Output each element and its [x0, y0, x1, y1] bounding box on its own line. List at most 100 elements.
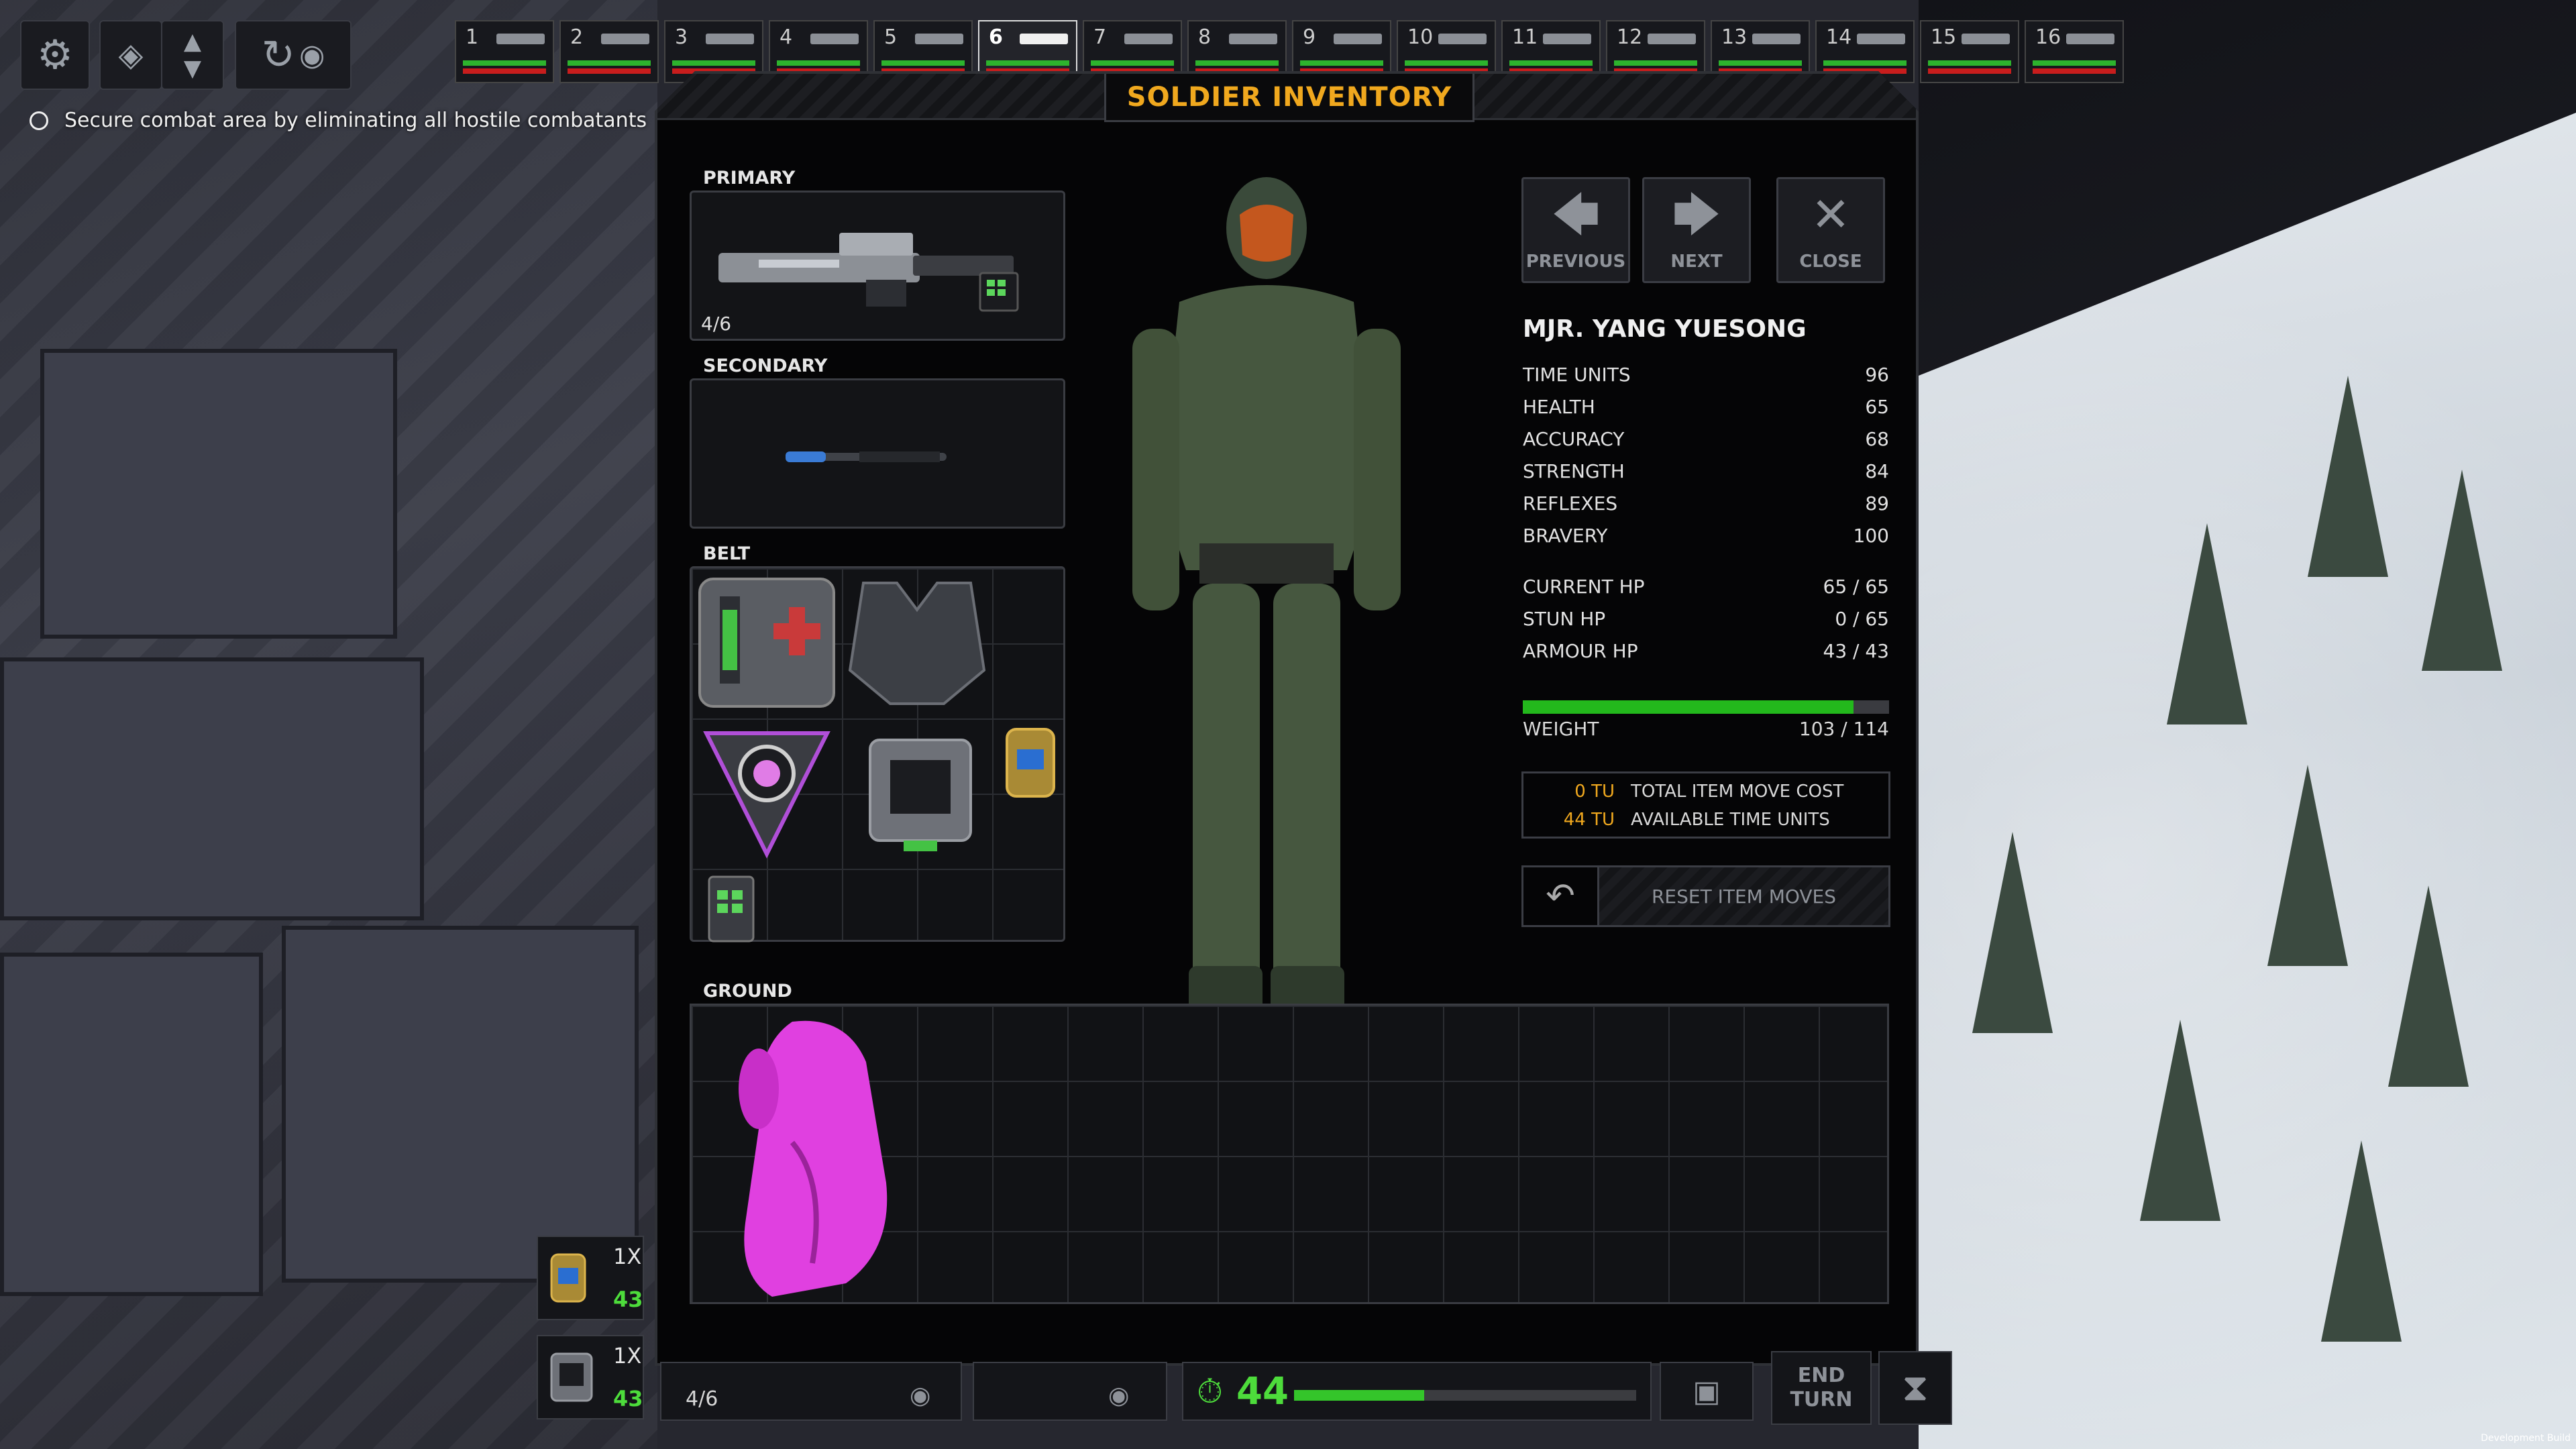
tree	[2422, 470, 2502, 671]
proximity-mine-icon[interactable]	[693, 720, 841, 867]
kneel-button[interactable]: ▣	[1660, 1362, 1754, 1421]
weapon-icon	[1124, 34, 1173, 44]
level-up-down[interactable]: ▲ ▼	[161, 20, 224, 90]
reset-item-moves-button[interactable]: ↶ RESET ITEM MOVES	[1521, 865, 1890, 927]
close-button[interactable]: ✕ CLOSE	[1776, 177, 1885, 283]
eye-icon[interactable]: ◉	[1108, 1382, 1129, 1409]
primary-slot[interactable]: 4/6	[690, 191, 1065, 341]
stat-value: 89	[1865, 492, 1889, 515]
squad-slot-number: 14	[1826, 25, 1852, 49]
secondary-label: SECONDARY	[703, 356, 828, 376]
weight-label: WEIGHT	[1523, 718, 1599, 740]
move-cost-value: 0 TU	[1574, 782, 1615, 802]
ground-label: GROUND	[703, 981, 792, 1002]
health-bar	[1823, 60, 1907, 66]
ground-grid[interactable]	[690, 1004, 1889, 1304]
squad-slot-1[interactable]: 1	[455, 20, 554, 83]
wait-button[interactable]: ⧗	[1878, 1351, 1952, 1425]
squad-slot-number: 1	[466, 25, 479, 49]
squad-slot-number: 16	[2035, 25, 2061, 49]
belt-label: BELT	[703, 543, 751, 564]
close-icon: ✕	[1811, 187, 1851, 242]
settings-button[interactable]: ⚙	[20, 20, 90, 90]
arrow-up-icon[interactable]: ▲	[184, 28, 201, 55]
stat-row: STRENGTH 84	[1523, 455, 1889, 487]
stat-label: BRAVERY	[1523, 524, 1608, 547]
primary-label: PRIMARY	[703, 168, 796, 189]
squad-slot-number: 2	[570, 25, 584, 49]
time-units-value: 44	[1236, 1369, 1289, 1413]
health-bar	[1928, 60, 2011, 66]
level-layers-button[interactable]: ◈	[99, 20, 162, 90]
stat-row: ACCURACY 68	[1523, 423, 1889, 455]
available-tu-value: 44 TU	[1563, 810, 1615, 830]
time-units-hud: ⏱ 44	[1182, 1362, 1652, 1421]
weight-value: 103 / 114	[1799, 718, 1889, 740]
item2-count: 43	[613, 1386, 643, 1411]
arrow-left-icon: 🡄	[1551, 187, 1601, 242]
arrow-down-icon[interactable]: ▼	[184, 55, 201, 82]
health-bar	[463, 60, 546, 66]
stat-value: 0 / 65	[1835, 607, 1889, 630]
move-cost-row: 0 TU TOTAL ITEM MOVE COST	[1523, 777, 1888, 806]
weapon-icon	[810, 34, 859, 44]
belt-grid[interactable]	[690, 566, 1065, 942]
stat-label: CURRENT HP	[1523, 575, 1645, 598]
soldier-stats: TIME UNITS 96 HEALTH 65 ACCURACY 68 STRENGTH 84…	[1523, 358, 1889, 551]
weapon-icon	[496, 34, 545, 44]
armor-vest-icon[interactable]	[843, 570, 991, 717]
weapon-icon	[1752, 34, 1801, 44]
room	[40, 349, 397, 639]
tree	[2267, 765, 2348, 966]
stat-value: 100	[1853, 524, 1889, 547]
ammo-clip-icon[interactable]	[693, 870, 767, 944]
rotate-view-button[interactable]: ↻ ◉	[235, 20, 352, 90]
squad-slot-15[interactable]: 15	[1920, 20, 2019, 83]
panel-title-box: SOLDIER INVENTORY	[1104, 74, 1474, 122]
stat-label: ACCURACY	[1523, 427, 1625, 450]
alien-corpse-icon[interactable]	[712, 1008, 900, 1303]
grenade-icon[interactable]	[994, 709, 1067, 857]
battlefield-left	[0, 0, 657, 1449]
end-turn-button[interactable]: END TURN	[1771, 1351, 1872, 1425]
scanner-device-icon[interactable]	[843, 720, 991, 867]
health-bar	[1300, 60, 1383, 66]
stat-value: 84	[1865, 460, 1889, 482]
squad-slot-number: 11	[1512, 25, 1538, 49]
stat-label: TIME UNITS	[1523, 363, 1631, 386]
weapon-icon	[601, 34, 649, 44]
squad-slot-number: 9	[1303, 25, 1316, 49]
health-bar	[1405, 60, 1488, 66]
next-label: NEXT	[1670, 252, 1723, 272]
item1-count: 43	[613, 1287, 643, 1312]
squad-slot-16[interactable]: 16	[2025, 20, 2124, 83]
hourglass-icon: ⧗	[1902, 1366, 1929, 1409]
stat-label: STUN HP	[1523, 607, 1606, 630]
stat-value: 65	[1865, 395, 1889, 418]
eye-icon[interactable]: ◉	[910, 1382, 930, 1409]
next-button[interactable]: 🡆 NEXT	[1642, 177, 1751, 283]
layers-icon: ◈	[118, 36, 144, 74]
hp-row: CURRENT HP 65 / 65	[1523, 570, 1889, 602]
assault-rifle-icon	[705, 213, 1054, 320]
secondary-hud[interactable]: ◉	[973, 1362, 1167, 1421]
battlefield-right	[1919, 0, 2576, 1449]
weapon-icon	[1334, 34, 1382, 44]
health-bar	[777, 60, 860, 66]
stat-label: HEALTH	[1523, 395, 1595, 418]
tree	[2388, 885, 2469, 1087]
health-bar	[672, 60, 755, 66]
soldier-inventory-panel: SOLDIER INVENTORY PRIMARY 4/6 SECONDARY …	[655, 71, 1919, 1366]
tree	[1972, 832, 2053, 1033]
previous-button[interactable]: 🡄 PREVIOUS	[1521, 177, 1630, 283]
health-bar	[1719, 60, 1802, 66]
weapon-hud[interactable]: 4/6 ◉	[660, 1362, 962, 1421]
medkit-icon[interactable]	[693, 570, 841, 717]
stat-value: 96	[1865, 363, 1889, 386]
squad-slot-2[interactable]: 2	[559, 20, 659, 83]
quick-item-slot-1[interactable]: 1X 43	[537, 1236, 644, 1320]
squad-slot-number: 7	[1093, 25, 1107, 49]
secondary-slot[interactable]	[690, 378, 1065, 529]
quick-item-slot-2[interactable]: 1X 43	[537, 1335, 644, 1419]
hp-row: ARMOUR HP 43 / 43	[1523, 635, 1889, 667]
